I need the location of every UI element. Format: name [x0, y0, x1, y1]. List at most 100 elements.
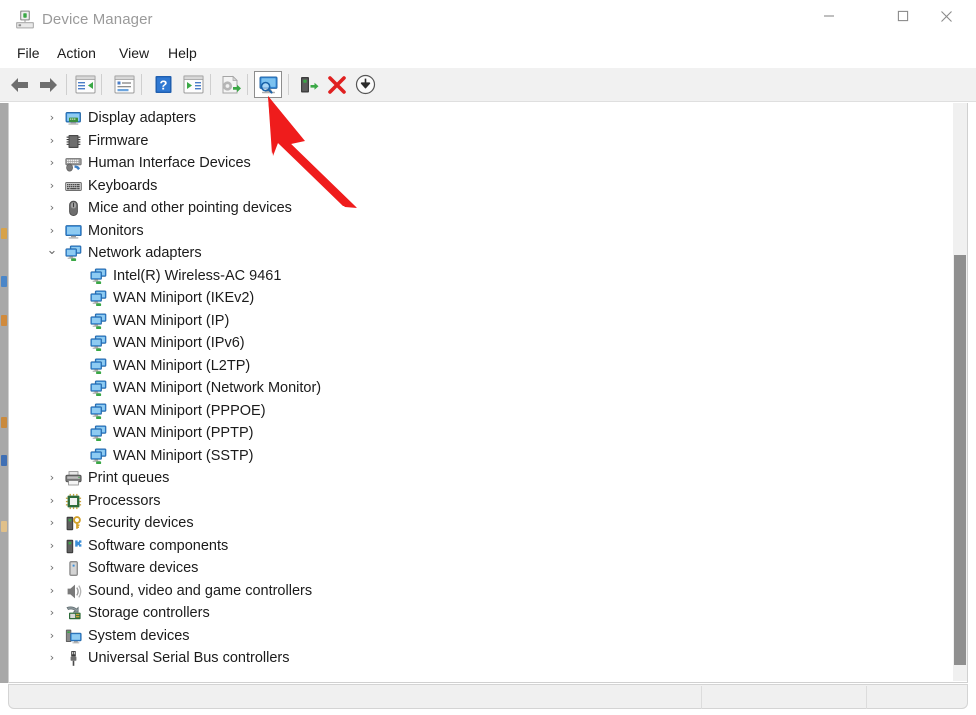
background-chip [1, 521, 7, 532]
tree-item[interactable]: › Security devices [9, 512, 955, 534]
forward-button[interactable] [34, 71, 62, 98]
tree-item[interactable]: › Print queues [9, 467, 955, 489]
chevron-right-icon[interactable]: › [45, 130, 59, 152]
menu-item-file[interactable]: File [13, 39, 44, 68]
status-bar-divider [701, 686, 702, 709]
device-manager-icon [14, 9, 36, 30]
tree-item[interactable]: › Sound, video and game controllers [9, 580, 955, 602]
vertical-scrollbar[interactable] [953, 103, 967, 681]
menu-item-view[interactable]: View [115, 39, 153, 68]
toolbar-separator [247, 74, 248, 95]
human-interface-icon [65, 155, 82, 172]
toolbar-separator [66, 74, 67, 95]
tree-item[interactable]: › Display adapters [9, 107, 955, 129]
tree-item-label: Keyboards [88, 177, 158, 194]
tree-item-label: Print queues [88, 470, 170, 486]
tree-item[interactable]: › Keyboards [9, 175, 955, 197]
tree-item[interactable]: › Processors [9, 490, 955, 512]
chevron-right-icon[interactable]: › [45, 197, 59, 219]
tree-item[interactable]: › Firmware [9, 130, 955, 152]
menu-item-action[interactable]: Action [53, 39, 100, 68]
monitor-icon [65, 223, 82, 240]
tree-item-label: WAN Miniport (IKEv2) [113, 290, 255, 306]
chevron-right-icon[interactable]: › [45, 490, 59, 512]
maximize-button[interactable] [880, 0, 926, 32]
tree-item[interactable]: › Software devices [9, 557, 955, 579]
back-button[interactable] [6, 71, 34, 98]
tree-item-label: WAN Miniport (PPTP) [113, 425, 254, 441]
close-button[interactable] [923, 0, 969, 32]
chevron-right-icon[interactable]: › [45, 107, 59, 129]
scan-for-hardware-changes-button[interactable] [254, 71, 282, 98]
tree-item[interactable]: › System devices [9, 625, 955, 647]
chevron-right-icon[interactable]: › [45, 535, 59, 557]
toolbar-separator [101, 74, 102, 95]
network-adapter-icon [90, 312, 107, 330]
tree-item-label: WAN Miniport (L2TP) [113, 357, 251, 374]
tree-item-label: WAN Miniport (SSTP) [113, 447, 254, 464]
tree-item-label: Software components [88, 537, 229, 554]
tree-item-label: Security devices [88, 515, 194, 531]
chevron-right-icon[interactable]: › [45, 625, 59, 647]
uninstall-device-button[interactable] [323, 71, 351, 98]
download-button[interactable] [351, 71, 379, 98]
chevron-right-icon[interactable]: › [45, 647, 59, 669]
chevron-down-icon[interactable]: ⌄ [45, 242, 59, 264]
network-adapter-icon [90, 335, 107, 352]
tree-item[interactable]: WAN Miniport (Network Monitor) [9, 377, 955, 399]
show-hide-action-pane-button[interactable] [179, 71, 207, 98]
tree-item[interactable]: Intel(R) Wireless-AC 9461 [9, 265, 955, 287]
tree-item[interactable]: WAN Miniport (L2TP) [9, 355, 955, 377]
tree-item-label: WAN Miniport (IP) [113, 312, 230, 329]
tree-item-label: Processors [88, 492, 161, 509]
chevron-right-icon[interactable]: › [45, 220, 59, 242]
tree-item-label: Human Interface Devices [88, 155, 251, 171]
tree-item[interactable]: › Human Interface Devices [9, 152, 955, 174]
chevron-right-icon[interactable]: › [45, 580, 59, 602]
tree-item[interactable]: › Universal Serial Bus controllers [9, 647, 955, 669]
device-tree[interactable]: › Display adapters › Firmware › Human Interfa… [9, 103, 955, 681]
tree-item-label: WAN Miniport (PPPOE) [113, 402, 266, 419]
chevron-right-icon[interactable]: › [45, 557, 59, 579]
tree-item[interactable]: › Monitors [9, 220, 955, 242]
tree-item[interactable]: WAN Miniport (PPPOE) [9, 400, 955, 422]
tree-item[interactable]: WAN Miniport (SSTP) [9, 445, 955, 467]
chevron-right-icon[interactable]: › [45, 602, 59, 624]
tree-item[interactable]: WAN Miniport (IKEv2) [9, 287, 955, 309]
tree-item[interactable]: › Storage controllers [9, 602, 955, 624]
toolbar-separator [210, 74, 211, 95]
tree-item[interactable]: ⌄ Network adapters [9, 242, 955, 264]
chevron-right-icon[interactable]: › [45, 175, 59, 197]
tree-item-label: System devices [88, 627, 190, 644]
tree-item-label: Monitors [88, 222, 144, 239]
network-adapter-icon [90, 290, 107, 307]
show-hide-console-tree-button[interactable] [71, 71, 99, 98]
software-component-icon [65, 538, 82, 555]
tree-item-label: WAN Miniport (IPv6) [113, 335, 245, 351]
software-device-icon [65, 560, 82, 577]
background-chip [1, 455, 7, 466]
help-button[interactable]: ? [149, 71, 177, 98]
update-driver-button[interactable] [216, 71, 244, 98]
chevron-right-icon[interactable]: › [45, 467, 59, 489]
tree-item[interactable]: WAN Miniport (IP) [9, 310, 955, 332]
tree-item-label: Display adapters [88, 110, 196, 126]
tree-item[interactable]: › Software components [9, 535, 955, 557]
speaker-icon [65, 583, 82, 600]
menu-item-help[interactable]: Help [164, 39, 201, 68]
toolbar-separator [288, 74, 289, 95]
background-chip [1, 228, 7, 239]
tree-item[interactable]: WAN Miniport (PPTP) [9, 422, 955, 444]
printer-icon [65, 470, 82, 487]
chevron-right-icon[interactable]: › [45, 512, 59, 534]
tree-item[interactable]: WAN Miniport (IPv6) [9, 332, 955, 354]
chevron-right-icon[interactable]: › [45, 152, 59, 174]
properties-button[interactable] [110, 71, 138, 98]
vertical-scrollbar-thumb[interactable] [954, 255, 966, 665]
tree-item[interactable]: › Mice and other pointing devices [9, 197, 955, 219]
status-bar [8, 684, 968, 709]
network-adapter-icon [90, 267, 107, 285]
network-adapter-icon [90, 402, 107, 420]
minimize-button[interactable] [806, 0, 852, 32]
disable-device-button[interactable] [295, 71, 323, 98]
